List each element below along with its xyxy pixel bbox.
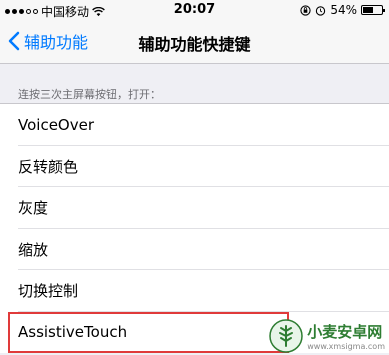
list-item-label: AssistiveTouch (18, 323, 128, 342)
watermark: 小麦安卓网 www.xmsigma.com (269, 319, 385, 353)
page-title: 辅助功能快捷键 (138, 35, 251, 54)
orientation-lock-icon (300, 4, 311, 16)
list-item-label: 灰度 (18, 199, 49, 218)
shortcut-list: VoiceOver 反转颜色 灰度 缩放 切换控制 AssistiveTouch (0, 103, 389, 353)
list-item-label: 切换控制 (18, 282, 79, 301)
status-bar: 中国移动 20:07 54% (0, 0, 389, 20)
list-item-zoom[interactable]: 缩放 (0, 228, 389, 270)
list-item-switch-control[interactable]: 切换控制 (0, 270, 389, 312)
battery-percent: 54% (330, 3, 357, 17)
battery-icon (361, 5, 385, 15)
watermark-logo-icon (269, 319, 303, 353)
list-item-grayscale[interactable]: 灰度 (0, 187, 389, 229)
battery-fill (363, 7, 373, 13)
watermark-url: www.xmsigma.com (307, 342, 385, 351)
list-item-invert-colors[interactable]: 反转颜色 (0, 145, 389, 187)
section-header: 连按三次主屏幕按钮，打开： (18, 88, 161, 101)
alarm-icon (316, 5, 326, 16)
status-right: 54% (300, 3, 385, 17)
list-item-voiceover[interactable]: VoiceOver (0, 104, 389, 146)
watermark-name: 小麦安卓网 (307, 323, 383, 341)
list-item-label: 反转颜色 (18, 157, 79, 176)
list-item-assistivetouch[interactable]: AssistiveTouch (8, 311, 289, 353)
list-item-label: 缩放 (18, 240, 49, 259)
list-item-label: VoiceOver (18, 115, 94, 134)
navigation-bar: 辅助功能 辅助功能快捷键 (0, 20, 389, 64)
